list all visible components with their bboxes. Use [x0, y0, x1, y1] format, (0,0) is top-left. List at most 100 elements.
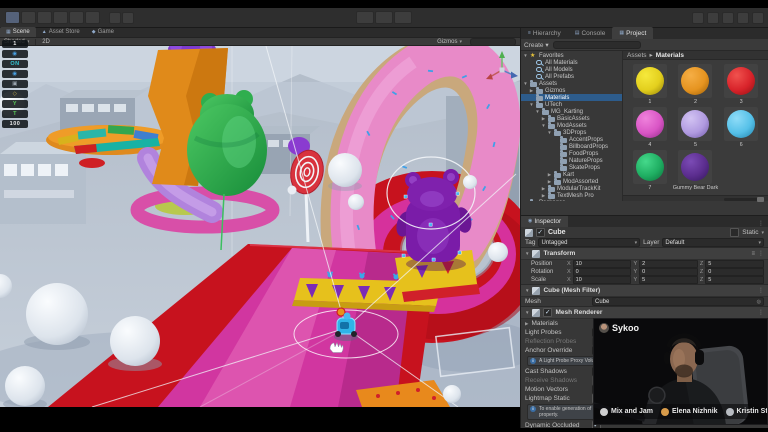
context-menu-icon[interactable]: ⋮: [758, 309, 764, 316]
tag-dropdown[interactable]: Untagged▾: [538, 238, 640, 247]
tab-inspector[interactable]: ◉ Inspector: [521, 215, 568, 227]
materials-foldout[interactable]: ▶: [525, 321, 528, 327]
y-field[interactable]: 5: [639, 276, 698, 284]
active-checkbox[interactable]: [536, 228, 545, 237]
foldout-arrow[interactable]: ▼: [547, 130, 552, 135]
project-tree-item[interactable]: ▶ Gizmos: [521, 87, 622, 94]
project-tree-item[interactable]: ▼ 3DProps: [521, 129, 622, 136]
space-toggle-button[interactable]: [122, 12, 134, 24]
6[interactable]: 6: [720, 107, 762, 148]
x-field[interactable]: 10: [573, 276, 632, 284]
project-tree-item[interactable]: BillboardProps: [521, 143, 622, 150]
move-tool-button[interactable]: [21, 11, 36, 24]
layout-button[interactable]: [752, 12, 764, 24]
2[interactable]: 2: [673, 64, 719, 105]
foldout-arrow[interactable]: ▶: [547, 179, 552, 185]
project-tree-item[interactable]: AccentProps: [521, 136, 622, 143]
1[interactable]: 1: [629, 64, 671, 105]
project-tree-item[interactable]: All Materials: [521, 59, 622, 66]
foldout-arrow[interactable]: ▶: [541, 186, 546, 192]
gizmos-dropdown[interactable]: Gizmos▾: [437, 39, 462, 45]
scene-viewport[interactable]: [0, 46, 520, 407]
foldout-arrow[interactable]: ▼: [529, 102, 534, 107]
cloud-services-icon[interactable]: [707, 12, 719, 24]
pause-button[interactable]: [375, 11, 393, 24]
overlay-badge: Y: [2, 100, 28, 108]
account-button[interactable]: [722, 12, 734, 24]
y-field[interactable]: 0: [639, 268, 698, 276]
project-tree-item[interactable]: ▶ Kart: [521, 171, 622, 178]
foldout-arrow[interactable]: ▼: [523, 53, 528, 58]
4[interactable]: 4: [629, 107, 671, 148]
context-menu-icon[interactable]: ⋮: [758, 287, 764, 294]
layer-dropdown[interactable]: Default▾: [662, 238, 764, 247]
foldout-arrow[interactable]: ▼: [523, 81, 528, 86]
foldout-arrow[interactable]: ▼: [541, 123, 546, 128]
project-tree-item[interactable]: ▼ MG_Karting: [521, 108, 622, 115]
layers-button[interactable]: [737, 12, 749, 24]
tab-scene[interactable]: ▦ Scene: [0, 27, 36, 37]
x-field[interactable]: 0: [573, 268, 632, 276]
static-dropdown-icon[interactable]: ▾: [761, 230, 764, 236]
foldout-arrow[interactable]: ▶: [541, 193, 546, 199]
tab-hierarchy[interactable]: ≡ Hierarchy: [521, 27, 568, 39]
project-tree-item[interactable]: ▶ ModAssorted: [521, 178, 622, 185]
project-tree-item[interactable]: ▼ Assets: [521, 80, 622, 87]
project-tree-item[interactable]: NatureProps: [521, 157, 622, 164]
step-button[interactable]: [394, 11, 412, 24]
project-tree-item[interactable]: ▼ ModAssets: [521, 122, 622, 129]
foldout-arrow[interactable]: ▼: [535, 109, 540, 114]
renderer-enabled-checkbox[interactable]: [543, 308, 552, 317]
pivot-toggle-button[interactable]: [109, 12, 121, 24]
project-search-input[interactable]: [553, 41, 641, 49]
project-tree-item[interactable]: All Prefabs: [521, 73, 622, 80]
tab-asset-store[interactable]: ▲ Asset Store: [36, 27, 86, 37]
project-tree-item[interactable]: ▶ BasicAssets: [521, 115, 622, 122]
project-tree-item[interactable]: All Models: [521, 66, 622, 73]
thumbnail-zoom-handle[interactable]: [757, 197, 764, 202]
rect-tool-button[interactable]: [69, 11, 84, 24]
meshfilter-component-header[interactable]: ▼ Cube (Mesh Filter) ⋮: [521, 284, 768, 297]
scene-search-input[interactable]: [470, 38, 516, 46]
5[interactable]: 5: [673, 107, 719, 148]
context-menu-icon[interactable]: ⋮: [758, 250, 764, 257]
presets-icon[interactable]: ≡: [751, 251, 755, 257]
project-tree-item[interactable]: ▶ ModularTrackKit: [521, 185, 622, 192]
project-tree-item[interactable]: ▼ UTech: [521, 101, 622, 108]
x-field[interactable]: 10: [573, 260, 632, 268]
foldout-arrow[interactable]: ▶: [529, 88, 534, 94]
breadcrumb-root[interactable]: Assets: [627, 52, 647, 59]
tab-game[interactable]: ◆ Game: [86, 27, 120, 37]
mesh-object-field[interactable]: Cube◎: [592, 297, 764, 306]
3[interactable]: 3: [720, 64, 762, 105]
play-button[interactable]: [356, 11, 374, 24]
z-field[interactable]: 5: [705, 260, 764, 268]
scale-tool-button[interactable]: [53, 11, 68, 24]
2d-toggle[interactable]: 2D: [42, 39, 50, 45]
tab-console[interactable]: ▤ Console: [568, 27, 613, 39]
z-field[interactable]: 5: [705, 276, 764, 284]
transform-component-header[interactable]: ▼ Transform ≡ ⋮: [521, 247, 768, 260]
project-tree-item[interactable]: ▶ Packages: [521, 199, 622, 201]
z-field[interactable]: 0: [705, 268, 764, 276]
project-tree-item[interactable]: ▶ TextMesh Pro: [521, 192, 622, 199]
create-dropdown[interactable]: Create ▾: [524, 41, 549, 49]
static-checkbox[interactable]: [730, 228, 739, 237]
foldout-arrow[interactable]: ▶: [541, 116, 546, 122]
foldout-arrow[interactable]: ▶: [523, 200, 528, 202]
panel-menu-icon[interactable]: ⋮: [758, 220, 768, 227]
collab-button[interactable]: [692, 12, 704, 24]
tab-project[interactable]: ▦ Project: [612, 27, 653, 39]
Gummy Bear Dark[interactable]: Gummy Bear Dark: [673, 150, 719, 191]
7[interactable]: 7: [629, 150, 671, 191]
project-tree-item[interactable]: Materials: [521, 94, 622, 101]
project-tree-item[interactable]: SkateProps: [521, 164, 622, 171]
transform-tool-button[interactable]: [85, 11, 100, 24]
project-tree-item[interactable]: ▼ Favorites: [521, 52, 622, 59]
foldout-arrow[interactable]: ▶: [547, 172, 552, 178]
hand-tool-button[interactable]: [5, 11, 20, 24]
y-field[interactable]: 2: [639, 260, 698, 268]
rotate-tool-button[interactable]: [37, 11, 52, 24]
project-tree-item[interactable]: FoodProps: [521, 150, 622, 157]
object-name[interactable]: Cube: [548, 229, 566, 236]
